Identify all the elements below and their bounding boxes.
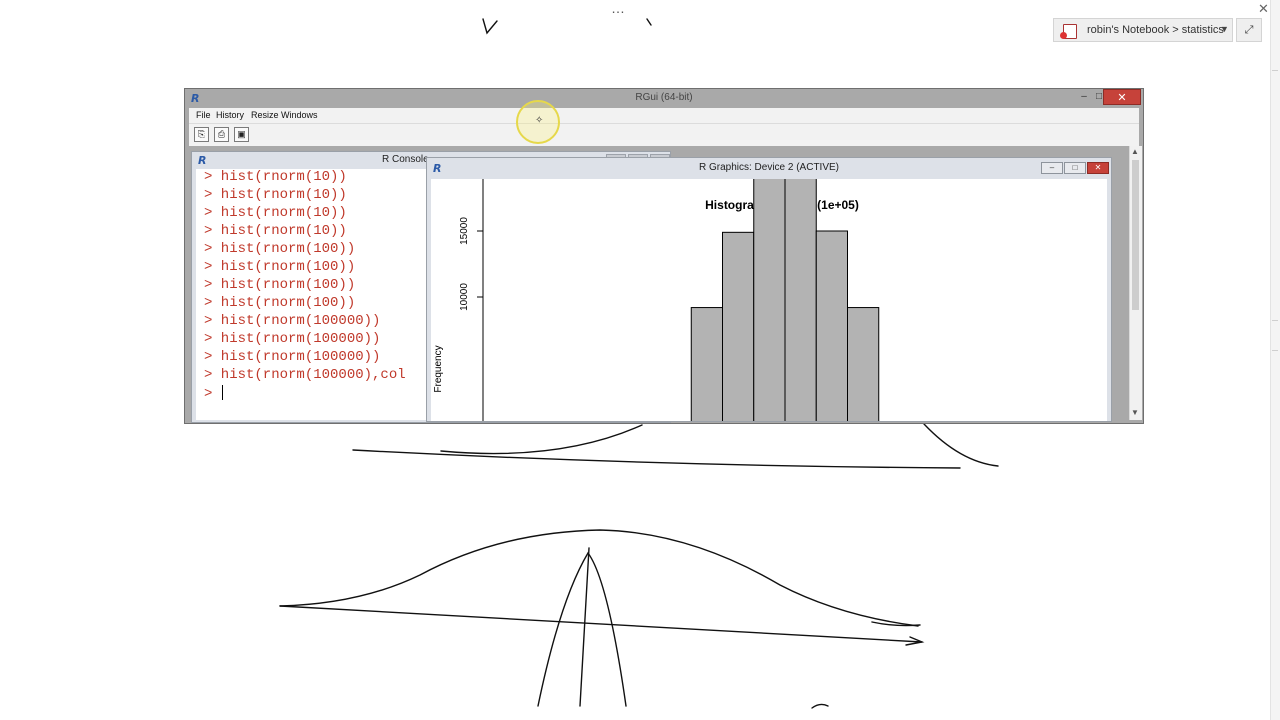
console-line: > hist(rnorm(10))	[204, 187, 347, 203]
histogram-bar	[753, 179, 786, 421]
ink-mark-v	[482, 18, 498, 35]
console-title: R Console	[382, 154, 429, 165]
print-icon[interactable]: ⎙	[214, 127, 229, 142]
ink-small-arc	[811, 703, 829, 709]
scrollbar-mark	[1272, 70, 1278, 71]
minimize-button[interactable]: –	[1041, 162, 1063, 174]
expand-icon[interactable]: ⤢	[1236, 18, 1262, 42]
console-line: > hist(rnorm(10))	[204, 205, 347, 221]
scroll-down-icon[interactable]: ▼	[1131, 408, 1139, 417]
ink-curve-right	[923, 423, 999, 467]
mouse-pointer-icon: ✧	[535, 115, 544, 126]
histogram-bar	[784, 179, 817, 421]
notebook-path: robin's Notebook > statistics	[1087, 24, 1224, 36]
console-prompt[interactable]: >	[204, 385, 223, 402]
scrollbar-mark	[1272, 320, 1278, 321]
console-line: > hist(rnorm(100))	[204, 241, 356, 257]
histogram-bar	[722, 231, 755, 421]
text-cursor	[221, 385, 223, 400]
histogram-bar	[847, 307, 880, 421]
graphics-title: R Graphics: Device 2 (ACTIVE)	[698, 162, 840, 173]
scrollbar-mark	[1272, 350, 1278, 351]
console-line: > hist(rnorm(10))	[204, 223, 347, 239]
chevron-down-icon[interactable]: ▼	[1220, 24, 1229, 34]
menu-bar: File History Resize Windows	[189, 108, 1139, 123]
menu-resize[interactable]: Resize	[251, 110, 279, 120]
page-scrollbar[interactable]	[1270, 0, 1280, 720]
close-button[interactable]: ✕	[1087, 162, 1109, 174]
notebook-icon	[1060, 24, 1077, 39]
menu-file[interactable]: File	[196, 110, 211, 120]
console-line: > hist(rnorm(100))	[204, 259, 356, 275]
mdi-scrollbar[interactable]: ▲ ▼	[1129, 146, 1142, 420]
minimize-button[interactable]: –	[1077, 90, 1091, 104]
copy-icon[interactable]: ⎘	[194, 127, 209, 142]
console-line: > hist(rnorm(100))	[204, 277, 356, 293]
y-tick-label: 15000	[459, 217, 470, 245]
ink-center-line	[579, 547, 590, 707]
window-icon[interactable]: ▣	[234, 127, 249, 142]
close-button[interactable]: ✕	[1103, 89, 1141, 105]
console-line: > hist(rnorm(100))	[204, 295, 356, 311]
maximize-button[interactable]: □	[1064, 162, 1086, 174]
histogram-bar	[690, 307, 723, 421]
console-line: > hist(rnorm(100000),col	[204, 367, 406, 383]
y-axis-label: Frequency	[433, 345, 444, 392]
scroll-up-icon[interactable]: ▲	[1131, 147, 1139, 156]
console-line: > hist(rnorm(100000))	[204, 331, 381, 347]
ink-axis	[279, 605, 923, 643]
histogram-chart: Histogram of rnorm(1e+05)Frequency200001…	[433, 179, 880, 421]
histogram-bar	[815, 230, 848, 421]
console-line: > hist(rnorm(10))	[204, 169, 347, 185]
ink-mark-tick	[646, 18, 652, 26]
notebook-breadcrumb[interactable]: robin's Notebook > statistics ▼	[1053, 18, 1233, 42]
graphics-window: R R Graphics: Device 2 (ACTIVE) – □ ✕ Hi…	[426, 157, 1112, 422]
y-tick-label: 10000	[459, 283, 470, 311]
ink-curve-left	[440, 424, 643, 455]
r-logo-icon: R	[198, 154, 207, 167]
rgui-titlebar[interactable]: R RGui (64-bit) – □ ✕	[185, 89, 1143, 107]
close-icon[interactable]: ✕	[1258, 1, 1269, 17]
console-line: > hist(rnorm(100000))	[204, 313, 381, 329]
plot-area: Histogram of rnorm(1e+05)Frequency200001…	[431, 179, 1107, 421]
menu-history[interactable]: History	[216, 110, 244, 120]
scroll-thumb[interactable]	[1132, 160, 1139, 310]
console-line: > hist(rnorm(100000))	[204, 349, 381, 365]
menu-windows[interactable]: Windows	[281, 110, 318, 120]
ink-baseline-top	[352, 449, 961, 469]
ellipsis-menu[interactable]: …	[611, 0, 626, 16]
prompt-text: >	[204, 386, 221, 402]
graphics-titlebar[interactable]: R R Graphics: Device 2 (ACTIVE) – □ ✕	[427, 158, 1111, 178]
rgui-title: RGui (64-bit)	[635, 92, 693, 103]
toolbar: ⎘ ⎙ ▣	[189, 123, 1139, 146]
